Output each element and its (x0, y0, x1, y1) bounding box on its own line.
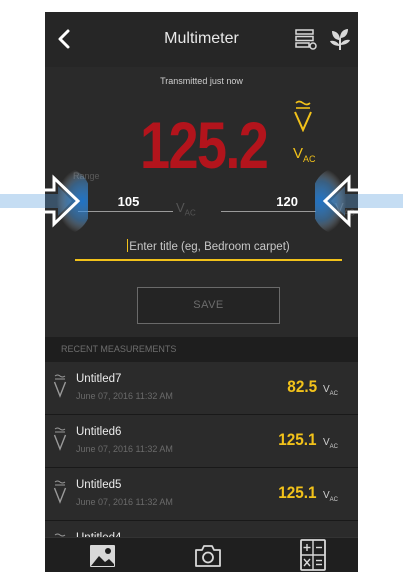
measurement-name: Untitled5 (76, 479, 122, 491)
measurement-unit: VAC (323, 437, 339, 450)
gallery-icon[interactable] (88, 542, 118, 570)
measurement-row[interactable]: Untitled5 June 07, 2016 11:32 AM 125.1 V… (45, 468, 358, 521)
measurement-row[interactable]: Untitled6 June 07, 2016 11:32 AM 125.1 V… (45, 415, 358, 468)
measurement-value: 125.1 (278, 430, 317, 449)
title-placeholder: Enter title (eg, Bedroom carpet) (129, 241, 290, 253)
arrow-left-icon (315, 168, 403, 234)
range-high-input[interactable]: 120 (221, 194, 316, 212)
plant-icon[interactable] (328, 26, 352, 52)
range-low-input[interactable]: 105 (78, 194, 173, 212)
measurement-date: June 07, 2016 11:32 AM (76, 497, 173, 507)
recent-measurements-header: RECENT MEASUREMENTS (45, 337, 358, 362)
reading-value: 125.2 (140, 108, 269, 182)
reading-unit: VAC (293, 145, 316, 164)
measurement-name: Untitled7 (76, 373, 122, 385)
measurement-row[interactable]: Untitled7 June 07, 2016 11:32 AM 82.5 VA… (45, 362, 358, 415)
measurement-date: June 07, 2016 11:32 AM (76, 391, 173, 401)
reading-panel: Transmitted just now 125.2 VAC Range 105… (45, 67, 358, 337)
measurement-value: 125.1 (278, 483, 317, 502)
measurement-unit: VAC (323, 490, 339, 503)
tab-bar (45, 537, 358, 572)
nav-bar: Multimeter (45, 12, 358, 67)
save-button[interactable]: SAVE (137, 287, 280, 324)
ac-voltage-icon (53, 374, 67, 398)
measurement-value: 82.5 (287, 377, 317, 396)
transmission-status: Transmitted just now (160, 76, 243, 86)
arrow-right-icon (0, 168, 88, 234)
title-input[interactable]: Enter title (eg, Bedroom carpet) (75, 239, 342, 261)
measurement-unit: VAC (323, 384, 339, 397)
calculator-icon[interactable] (298, 539, 328, 571)
measurement-date: June 07, 2016 11:32 AM (76, 444, 173, 454)
app-screen: Multimeter Transmitted just now 125.2 VA… (45, 12, 358, 572)
range-low-unit: VAC (176, 200, 196, 218)
ac-voltage-icon (53, 427, 67, 451)
list-icon[interactable] (295, 28, 317, 50)
ac-voltage-icon (294, 100, 312, 132)
measurement-name: Untitled6 (76, 426, 122, 438)
camera-icon[interactable] (193, 542, 223, 570)
ac-voltage-icon (53, 480, 67, 504)
